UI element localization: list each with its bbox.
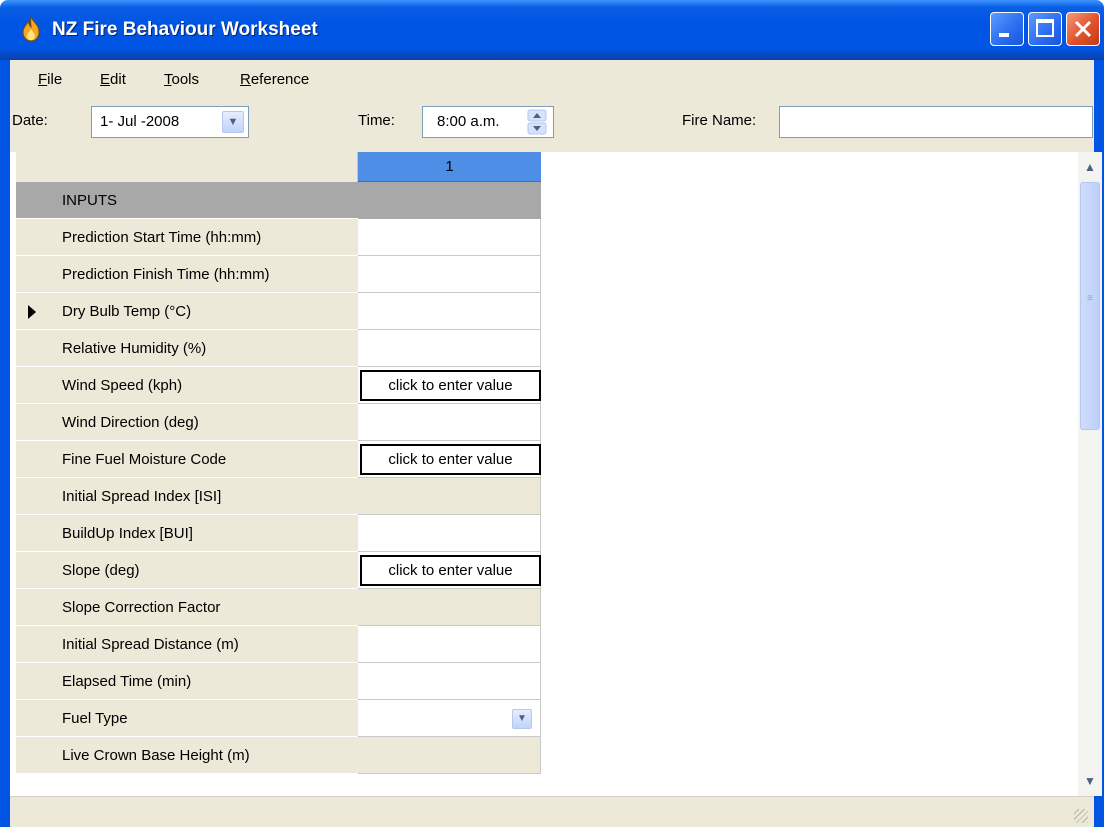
row-value-cell[interactable]: click to enter value	[358, 552, 541, 589]
table-row[interactable]: Wind Speed (kph) click to enter value	[16, 367, 541, 404]
time-value: 8:00 a.m.	[437, 113, 500, 130]
window-title: NZ Fire Behaviour Worksheet	[52, 19, 318, 40]
section-label: INPUTS	[16, 182, 358, 219]
table-row[interactable]: Initial Spread Index [ISI]	[16, 478, 541, 515]
row-value-cell[interactable]	[358, 663, 541, 700]
table-row[interactable]: Prediction Finish Time (hh:mm)	[16, 256, 541, 293]
date-label: Date:	[12, 112, 48, 129]
minimize-icon	[999, 33, 1009, 37]
flame-icon	[22, 16, 40, 42]
table-row[interactable]: Slope Correction Factor	[16, 589, 541, 626]
table-row[interactable]: BuildUp Index [BUI]	[16, 515, 541, 552]
section-row-inputs: INPUTS	[16, 182, 541, 219]
toolbar: Date: 1- Jul -2008 ▼ Time: 8:00 a.m. Fir…	[10, 96, 1094, 152]
row-label: Fine Fuel Moisture Code	[16, 441, 358, 478]
time-label: Time:	[358, 112, 395, 129]
chevron-down-icon[interactable]: ▼	[222, 111, 244, 133]
maximize-icon	[1036, 19, 1054, 37]
menu-reference[interactable]: Reference	[240, 71, 309, 88]
menu-edit[interactable]: Edit	[100, 71, 126, 88]
menu-file-accel: F	[38, 71, 48, 88]
row-value-cell	[358, 589, 541, 626]
row-value-cell[interactable]	[358, 404, 541, 441]
time-stepper[interactable]: 8:00 a.m.	[422, 106, 554, 138]
current-row-pointer-icon	[28, 305, 36, 319]
date-value: 1- Jul -2008	[100, 113, 180, 130]
menu-tools-rest: ools	[171, 71, 200, 88]
row-label: Initial Spread Distance (m)	[16, 626, 358, 663]
window-frame-left	[0, 60, 10, 827]
table-row[interactable]: Wind Direction (deg)	[16, 404, 541, 441]
title-bar: NZ Fire Behaviour Worksheet	[0, 0, 1104, 60]
row-label: Elapsed Time (min)	[16, 663, 358, 700]
resize-grip-icon[interactable]	[1074, 809, 1088, 823]
date-picker[interactable]: 1- Jul -2008 ▼	[91, 106, 249, 138]
enter-value-button[interactable]: click to enter value	[360, 555, 541, 586]
enter-value-button[interactable]: click to enter value	[360, 444, 541, 475]
row-label: Slope (deg)	[16, 552, 358, 589]
menu-reference-accel: R	[240, 71, 251, 88]
fire-name-label: Fire Name:	[682, 112, 757, 129]
table-row[interactable]: Initial Spread Distance (m)	[16, 626, 541, 663]
table-row[interactable]: Live Crown Base Height (m)	[16, 737, 541, 774]
status-bar	[10, 796, 1094, 827]
maximize-button[interactable]	[1028, 12, 1062, 46]
scroll-up-icon[interactable]: ▲	[1080, 156, 1100, 178]
row-value-cell[interactable]	[358, 515, 541, 552]
vertical-scrollbar[interactable]: ▲ ≡ ▼	[1078, 152, 1102, 796]
row-label: Wind Speed (kph)	[16, 367, 358, 404]
spin-arrows-icon[interactable]	[527, 109, 547, 135]
scroll-down-icon[interactable]: ▼	[1080, 770, 1100, 792]
section-cell	[358, 182, 541, 219]
minimize-button[interactable]	[990, 12, 1024, 46]
table-row[interactable]: Elapsed Time (min)	[16, 663, 541, 700]
row-value-cell[interactable]: click to enter value	[358, 367, 541, 404]
table-row[interactable]: Relative Humidity (%)	[16, 330, 541, 367]
row-value-cell	[358, 737, 541, 774]
row-value-cell[interactable]	[358, 256, 541, 293]
fire-name-input[interactable]	[779, 106, 1093, 138]
menu-bar: File Edit Tools Reference	[10, 60, 1094, 96]
worksheet-grid: 1 INPUTS Prediction Start Time (hh:mm) P…	[16, 152, 1102, 796]
close-button[interactable]	[1066, 12, 1100, 46]
table-row[interactable]: Fuel Type ▼	[16, 700, 541, 737]
row-value-cell[interactable]: click to enter value	[358, 441, 541, 478]
row-label-text: Dry Bulb Temp (°C)	[62, 303, 192, 320]
row-value-cell[interactable]	[358, 219, 541, 256]
row-label: Fuel Type	[16, 700, 358, 737]
column-header-1[interactable]: 1	[358, 152, 541, 182]
table-row[interactable]: Fine Fuel Moisture Code click to enter v…	[16, 441, 541, 478]
table-row[interactable]: Dry Bulb Temp (°C)	[16, 293, 541, 330]
menu-tools[interactable]: Tools	[164, 71, 199, 88]
table-row[interactable]: Slope (deg) click to enter value	[16, 552, 541, 589]
menu-edit-accel: E	[100, 71, 111, 88]
row-label: Slope Correction Factor	[16, 589, 358, 626]
row-label: Prediction Finish Time (hh:mm)	[16, 256, 358, 293]
menu-file-rest: ile	[47, 71, 63, 88]
enter-value-button[interactable]: click to enter value	[360, 370, 541, 401]
menu-file[interactable]: File	[38, 71, 62, 88]
menu-tools-accel: T	[164, 71, 172, 88]
grid-corner-header	[16, 152, 358, 182]
row-label: Dry Bulb Temp (°C)	[16, 293, 358, 330]
menu-edit-rest: dit	[110, 71, 126, 88]
menu-reference-rest: eference	[250, 71, 310, 88]
row-label: BuildUp Index [BUI]	[16, 515, 358, 552]
row-value-cell[interactable]	[358, 626, 541, 663]
row-value-cell[interactable]	[358, 293, 541, 330]
row-label: Live Crown Base Height (m)	[16, 737, 358, 774]
chevron-down-icon[interactable]: ▼	[512, 709, 532, 729]
row-label: Prediction Start Time (hh:mm)	[16, 219, 358, 256]
row-label: Wind Direction (deg)	[16, 404, 358, 441]
table-row[interactable]: Prediction Start Time (hh:mm)	[16, 219, 541, 256]
fuel-type-dropdown[interactable]: ▼	[358, 700, 541, 737]
row-label: Relative Humidity (%)	[16, 330, 358, 367]
row-value-cell[interactable]	[358, 330, 541, 367]
row-value-cell	[358, 478, 541, 515]
row-label: Initial Spread Index [ISI]	[16, 478, 358, 515]
close-icon	[1074, 20, 1092, 38]
scrollbar-thumb[interactable]: ≡	[1080, 182, 1100, 430]
